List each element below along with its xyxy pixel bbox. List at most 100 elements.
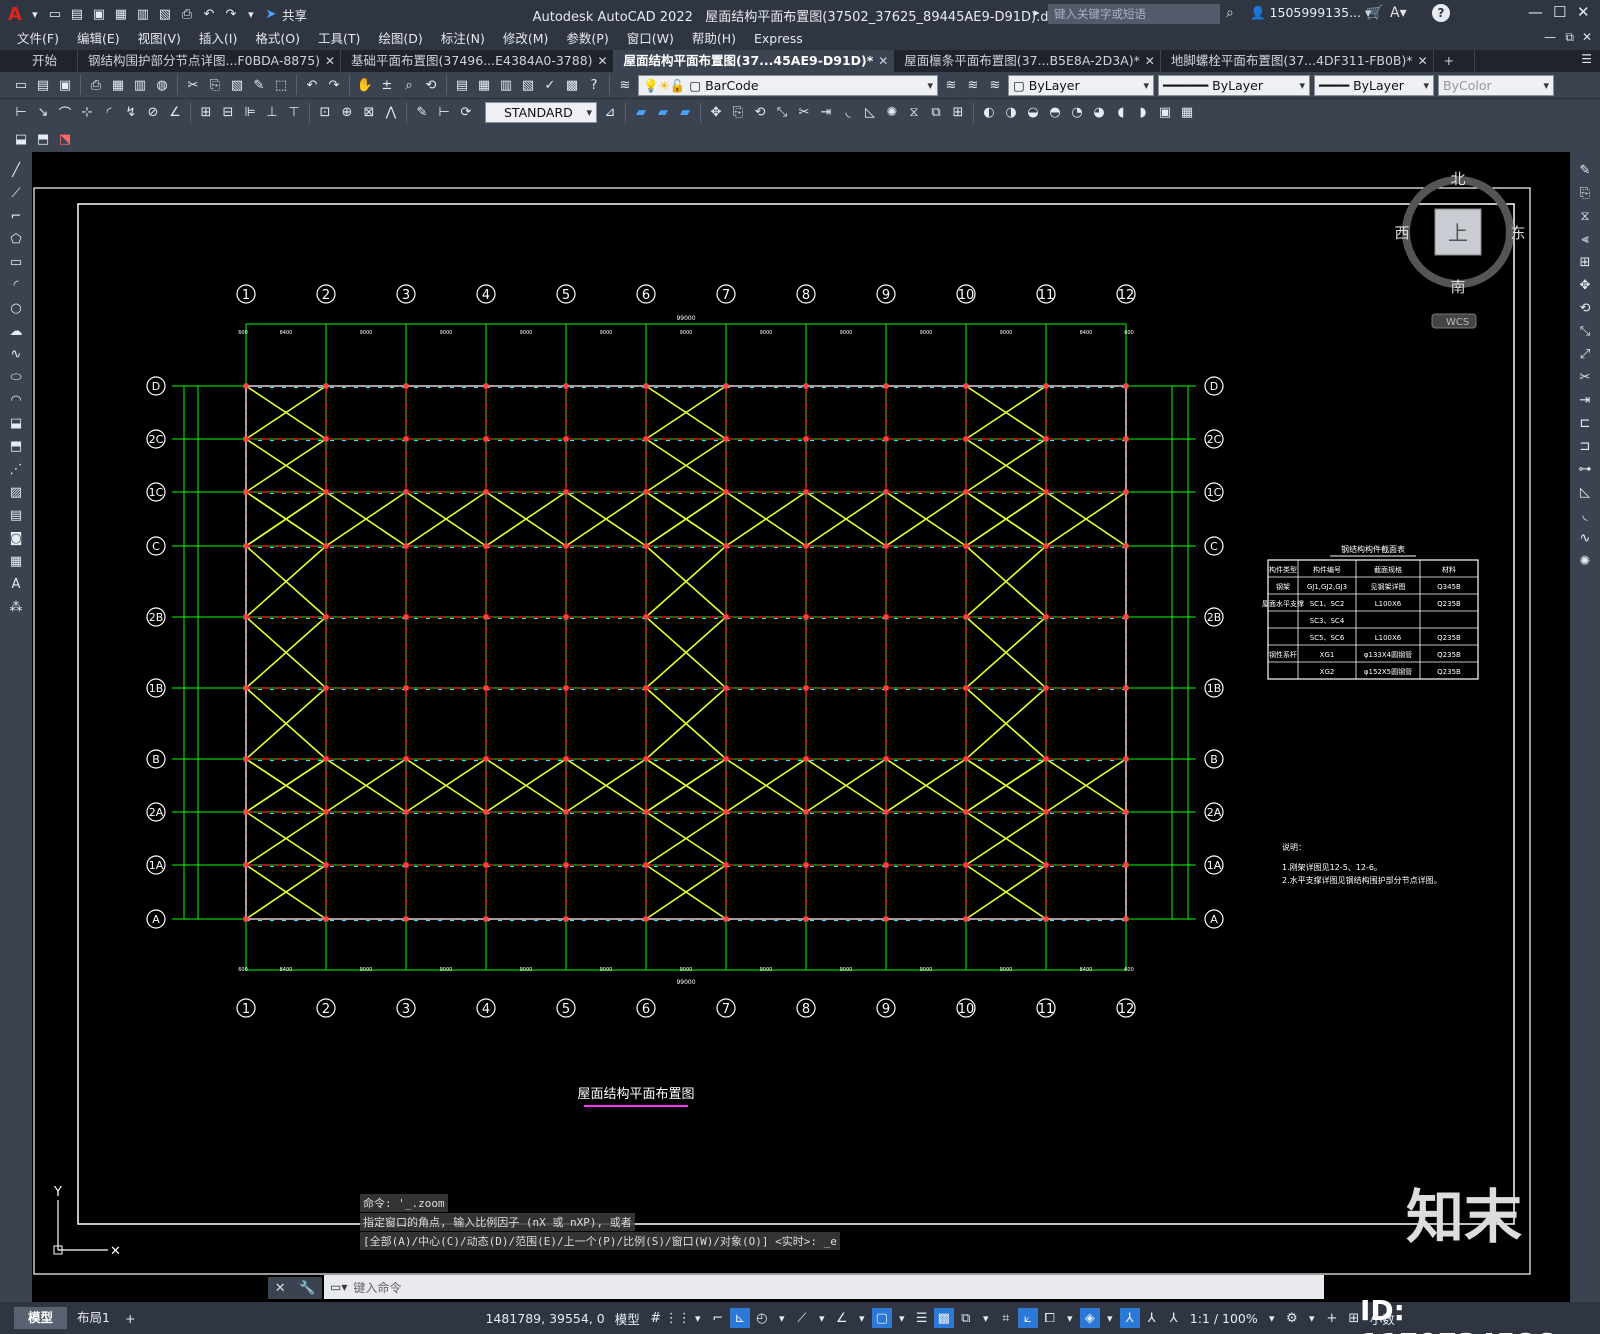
isodraft-menu-icon[interactable]: ▾ [814,1308,830,1328]
tab-close-icon[interactable]: ✕ [325,50,335,72]
render-view-icon[interactable]: ◑ [1001,103,1021,123]
dim-text-edit-icon[interactable]: ⊢ [434,103,454,123]
lineweight-dropdown[interactable]: ━━━━ ByLayer [1314,74,1434,96]
join-icon[interactable]: ⊶ [1575,459,1595,479]
maximize-icon[interactable]: ☐ [1553,3,1566,21]
selection-cycling-icon[interactable]: ⧉ [956,1308,976,1328]
radius-dim-icon[interactable]: ◜ [99,103,119,123]
menu-item[interactable]: 工具(T) [309,28,369,50]
compass-south[interactable]: 南 [1450,278,1465,296]
add-selected-icon[interactable]: ⁂ [6,597,26,617]
trim-icon[interactable]: ✂ [794,103,814,123]
shade-icon[interactable]: ◐ [979,103,999,123]
annotation-scale-value[interactable]: 1:1 / 100% [1190,1311,1258,1326]
isodraft-icon[interactable]: ⟋ [792,1308,812,1328]
arc-icon[interactable]: ◜ [6,275,26,295]
qnew-icon[interactable]: ▭ [11,75,31,95]
design-center-icon[interactable]: ▦ [474,75,494,95]
drawing-canvas[interactable]: 1 1 2 2 3 3 4 4 5 5 6 6 7 7 8 8 9 9 10 10 11 11 12 12 D D 2C 2C 1C 1C… [32,152,1570,1302]
menu-item[interactable]: Express [745,28,812,50]
region-icon[interactable]: ◙ [6,528,26,548]
file-tab[interactable]: 基础平面布置图(37496...E4384A0-3788) ✕ [341,50,614,72]
solid-icon[interactable]: ▣ [1155,103,1175,123]
plot-icon[interactable]: ⎙ [86,75,106,95]
gradient-icon[interactable]: ▤ [6,505,26,525]
ordinate-dim-icon[interactable]: ⊹ [77,103,97,123]
move-icon[interactable]: ✥ [1575,275,1595,295]
minimize-icon[interactable]: — [1528,3,1543,21]
mesh-icon[interactable]: ▦ [1177,103,1197,123]
color-dropdown[interactable]: ▢ ByLayer [1008,74,1154,96]
render-icon[interactable]: ◍ [152,75,172,95]
help-icon[interactable]: ? [584,75,604,95]
quickcalc-icon[interactable]: ▩ [562,75,582,95]
layer-dropdown[interactable]: 💡☀🔓 ▢ BarCode [638,74,938,96]
doc-close-icon[interactable]: ✕ [1582,30,1592,44]
viewcube-top[interactable]: 上 [1448,221,1468,245]
open-icon[interactable]: ▤ [33,75,53,95]
cut-icon[interactable]: ✂ [183,75,203,95]
mirror-icon[interactable]: ⧖ [1575,206,1595,226]
paste-icon[interactable]: ▧ [227,75,247,95]
scale-icon[interactable]: ⤡ [1575,321,1595,341]
lights-icon[interactable]: ◓ [1045,103,1065,123]
menu-item[interactable]: 参数(P) [557,28,617,50]
ellipse-arc-icon[interactable]: ◠ [6,390,26,410]
circle-icon[interactable]: ○ [6,298,26,318]
rectangle-icon[interactable]: ▭ [6,252,26,272]
spline-icon[interactable]: ∿ [6,344,26,364]
autodesk-app-icon[interactable]: A▾ [1390,5,1407,21]
search-expand-icon[interactable]: ▸ [1034,6,1040,19]
linetype-dropdown[interactable]: ━━━━━━ ByLayer [1158,74,1310,96]
attribute-icon[interactable]: ⬔ [55,129,75,149]
rotate-icon[interactable]: ⟲ [750,103,770,123]
insert-icon[interactable]: ⬓ [6,413,26,433]
dim-edit-icon[interactable]: ✎ [412,103,432,123]
pan-icon[interactable]: ✋ [355,75,375,95]
menu-item[interactable]: 视图(V) [129,28,190,50]
compass-west[interactable]: 西 [1394,224,1409,242]
menu-item[interactable]: 修改(M) [494,28,558,50]
redo-icon[interactable]: ↷ [324,75,344,95]
orbit-icon[interactable]: ◗ [1133,103,1153,123]
doc-minimize-icon[interactable]: — [1544,30,1556,44]
scale-menu-icon[interactable]: ▾ [1264,1308,1280,1328]
properties-icon[interactable]: ▤ [452,75,472,95]
dim-update-icon[interactable]: ⟳ [456,103,476,123]
line-icon[interactable]: ╱ [6,160,26,180]
preview-icon[interactable]: ▦ [108,75,128,95]
gizmo-icon[interactable]: ◈ [1079,1308,1100,1328]
layer-properties-icon[interactable]: ≋ [615,75,635,95]
gizmo-menu-icon[interactable]: ▾ [1102,1308,1118,1328]
array-icon[interactable]: ⊞ [1575,252,1595,272]
polar-icon[interactable]: ◴ [752,1308,772,1328]
annotation-scale-icon[interactable]: ⅄ [1164,1308,1184,1328]
lineweight-icon[interactable]: ☰ [912,1308,932,1328]
customize-command-icon[interactable]: 🔧 [299,1281,315,1296]
compass-north[interactable]: 北 [1450,170,1465,188]
osnap-icon[interactable]: ▢ [871,1308,892,1328]
trim-icon[interactable]: ✂ [1575,367,1595,387]
matchprop-icon[interactable]: ✎ [249,75,269,95]
walk-icon[interactable]: ◕ [1089,103,1109,123]
materials-icon[interactable]: ◒ [1023,103,1043,123]
view-back-icon[interactable]: ▰ [653,103,673,123]
annotation-visibility-icon[interactable]: ⅄ [1119,1308,1140,1328]
tab-model-layout[interactable]: 模型 [14,1307,68,1329]
view-front-icon[interactable]: ▰ [631,103,651,123]
file-tab[interactable]: 地脚螺栓平面布置图(37...4DF311-FB0B)* ✕ [1161,50,1434,72]
3d-osnap-icon[interactable]: ⌗ [996,1308,1016,1328]
snap-icon[interactable]: ⋮⋮ [665,1308,691,1328]
revcloud-icon[interactable]: ☁ [6,321,26,341]
erase-icon[interactable]: ✎ [1575,160,1595,180]
user-account[interactable]: 👤 1505999135... ▾ [1250,5,1371,21]
continue-dim-icon[interactable]: ⊫ [240,103,260,123]
cad-drawing[interactable]: 112233445566778899101011111212D D2C 2C1C 1C… [32,152,1570,1302]
mtext-icon[interactable]: A [6,574,26,594]
tab-close-icon[interactable]: ✕ [878,50,888,72]
help-icon[interactable]: ? [1432,4,1450,22]
selection-filter-icon[interactable]: ⧠ [1040,1308,1060,1328]
file-tab[interactable]: 屋面结构平面布置图(37...45AE9-D91D)* ✕ [613,50,895,72]
move-icon[interactable]: ✥ [706,103,726,123]
menu-item[interactable]: 编辑(E) [68,28,129,50]
